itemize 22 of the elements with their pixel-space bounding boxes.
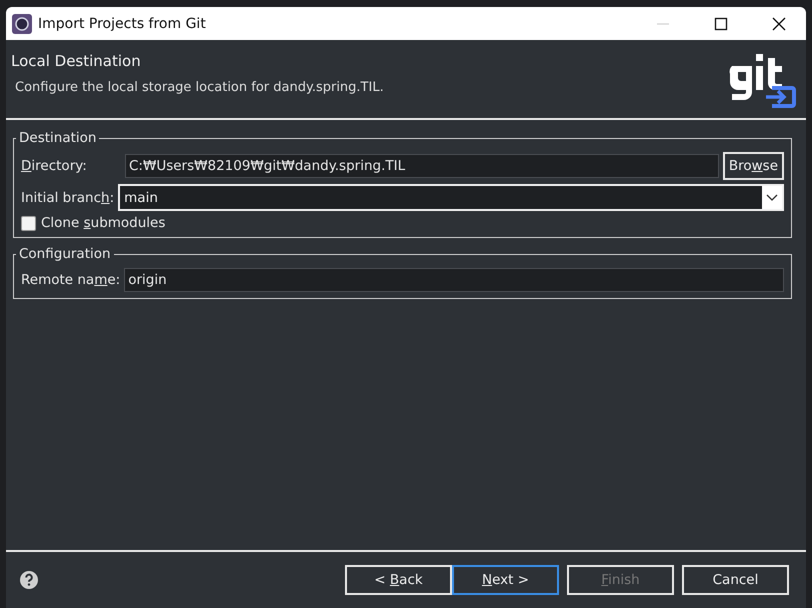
field-label: Initial branch:: [21, 190, 114, 206]
window-title: Import Projects from Git: [38, 16, 206, 32]
help-icon[interactable]: [19, 570, 39, 590]
wizard-button[interactable]: Next >: [452, 565, 559, 595]
directory-field[interactable]: C:₩Users₩82109₩git₩dandy.spring.TIL: [125, 154, 719, 178]
field-label: Directory:: [21, 158, 88, 174]
maximize-icon[interactable]: [714, 16, 728, 30]
page-description: Configure the local storage location for dandy.spring.TIL.: [15, 80, 384, 95]
wizard-button[interactable]: Cancel: [682, 565, 789, 595]
checkbox[interactable]: [21, 216, 36, 230]
group-legend: Destination: [16, 130, 100, 146]
page-title: Local Destination: [11, 52, 142, 70]
remote-name-field[interactable]: origin: [124, 268, 784, 292]
browse-button[interactable]: Browse: [722, 152, 784, 180]
wizard-button[interactable]: < Back: [345, 565, 452, 595]
close-icon[interactable]: [772, 16, 786, 30]
branch-dropdown[interactable]: main: [118, 184, 784, 211]
checkbox-label: Clone submodules: [41, 215, 166, 231]
app-icon: [12, 14, 32, 34]
group-legend: Configuration: [16, 246, 114, 262]
chevron-down-icon: [766, 194, 778, 202]
field-label: Remote name:: [21, 272, 120, 288]
